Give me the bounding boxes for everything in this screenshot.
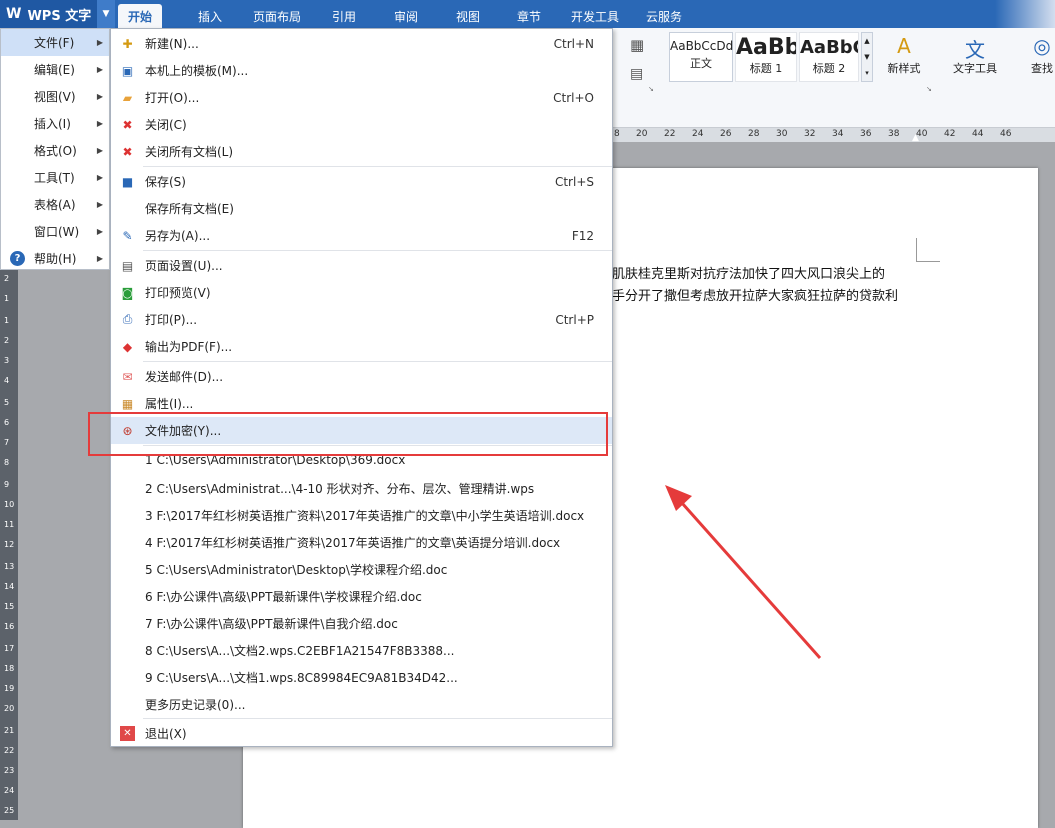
arrow-head — [665, 485, 692, 511]
red-arrow-annotation — [665, 485, 822, 659]
arrow-shaft — [680, 502, 822, 659]
